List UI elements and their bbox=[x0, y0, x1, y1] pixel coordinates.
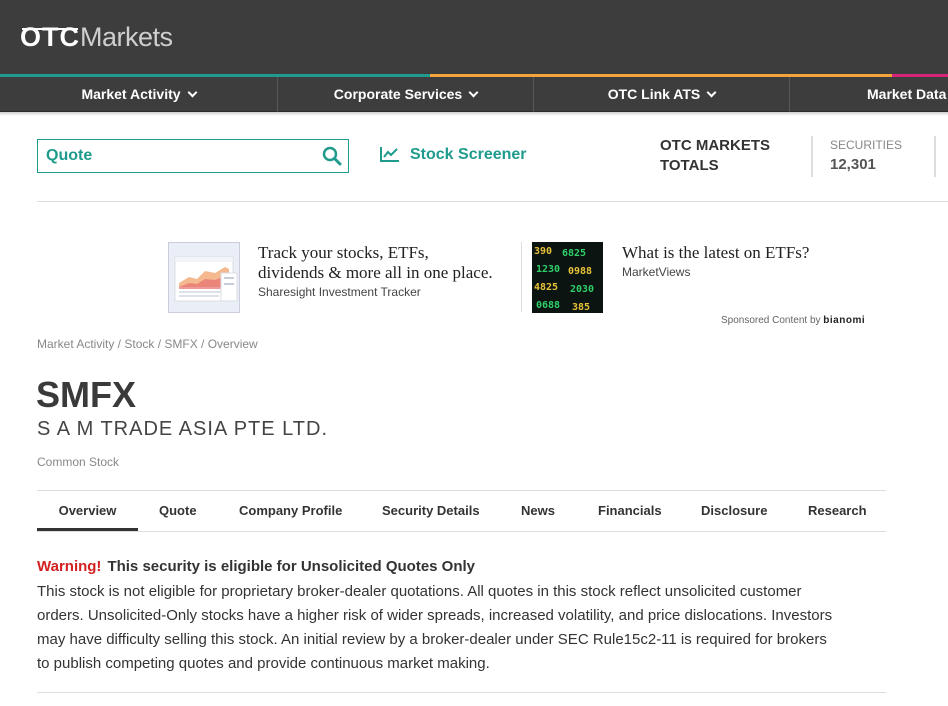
nav-label: Market Activity bbox=[81, 86, 181, 102]
tab-quote[interactable]: Quote bbox=[159, 491, 197, 531]
divider bbox=[521, 242, 522, 312]
svg-text:4825: 4825 bbox=[534, 282, 558, 293]
nav-shadow bbox=[0, 112, 948, 116]
nav-label: Market Data bbox=[867, 86, 947, 102]
totals-title-line2: TOTALS bbox=[660, 157, 719, 174]
warning-label: Warning! bbox=[37, 558, 102, 575]
svg-text:385: 385 bbox=[572, 302, 590, 313]
stock-screener-link[interactable]: Stock Screener bbox=[380, 146, 527, 164]
ad-sharesight-source: Sharesight Investment Tracker bbox=[258, 285, 421, 299]
nav-label: OTC Link ATS bbox=[607, 86, 701, 102]
nav-label: Corporate Services bbox=[333, 86, 463, 102]
otc-markets-totals: OTC MARKETS TOTALS bbox=[660, 136, 780, 176]
ad-sharesight-title[interactable]: Track your stocks, ETFs, dividends & mor… bbox=[258, 243, 493, 283]
divider bbox=[37, 692, 886, 693]
tab-security-details[interactable]: Security Details bbox=[382, 491, 480, 531]
totals-title-line1: OTC MARKETS bbox=[660, 137, 770, 154]
chevron-down-icon bbox=[187, 87, 197, 98]
stock-screener-label: Stock Screener bbox=[410, 146, 527, 163]
bianomi-logo: bianomi bbox=[823, 315, 866, 326]
sponsored-content[interactable]: Sponsored Content by bianomi bbox=[721, 315, 865, 326]
tab-company-profile[interactable]: Company Profile bbox=[239, 491, 342, 531]
top-header: OTCMarkets bbox=[0, 0, 948, 74]
quote-search-input[interactable] bbox=[38, 140, 308, 172]
tab-research[interactable]: Research bbox=[808, 491, 867, 531]
svg-text:390: 390 bbox=[534, 246, 552, 257]
nav-otc-link-ats[interactable]: OTC Link ATS bbox=[533, 77, 789, 112]
svg-text:0688: 0688 bbox=[536, 300, 560, 311]
ad-marketviews-image[interactable]: 390 6825 1230 0988 4825 2030 0688 385 bbox=[532, 242, 603, 313]
breadcrumb[interactable]: Market Activity / Stock / SMFX / Overvie… bbox=[37, 337, 258, 351]
nav-corporate-services[interactable]: Corporate Services bbox=[277, 77, 533, 112]
svg-text:6825: 6825 bbox=[562, 248, 586, 259]
tab-overview[interactable]: Overview bbox=[37, 491, 138, 531]
security-tabs: Overview Quote Company Profile Security … bbox=[37, 490, 886, 532]
main-nav: Market Activity Corporate Services OTC L… bbox=[0, 77, 948, 112]
divider bbox=[37, 201, 948, 202]
warning-body: This stock is not eligible for proprieta… bbox=[37, 583, 833, 672]
divider bbox=[934, 136, 936, 177]
logo-otc-text: OTC bbox=[20, 22, 80, 52]
ad-marketviews-title[interactable]: What is the latest on ETFs? bbox=[622, 243, 809, 263]
logo-markets-text: Markets bbox=[80, 22, 173, 52]
svg-text:2030: 2030 bbox=[570, 284, 594, 295]
warning-heading: Warning! This security is eligible for Un… bbox=[37, 558, 475, 575]
tab-news[interactable]: News bbox=[521, 491, 555, 531]
otc-markets-logo[interactable]: OTCMarkets bbox=[20, 22, 173, 53]
tab-disclosure[interactable]: Disclosure bbox=[701, 491, 767, 531]
quote-search-box bbox=[37, 139, 349, 173]
company-name: S A M TRADE ASIA PTE LTD. bbox=[37, 418, 329, 440]
divider bbox=[811, 136, 813, 177]
securities-value: 12,301 bbox=[830, 156, 876, 173]
ad-title-line: dividends & more all in one place. bbox=[258, 263, 493, 282]
chevron-down-icon bbox=[706, 87, 717, 98]
securities-label: SECURITIES bbox=[830, 138, 903, 152]
tab-financials[interactable]: Financials bbox=[598, 491, 662, 531]
chevron-down-icon bbox=[468, 87, 479, 98]
ad-sharesight-image[interactable] bbox=[168, 242, 240, 313]
nav-market-activity[interactable]: Market Activity bbox=[0, 77, 277, 112]
security-type: Common Stock bbox=[37, 455, 120, 469]
sponsored-text: Sponsored Content by bbox=[721, 315, 821, 326]
warning-title: This security is eligible for Unsolicite… bbox=[107, 558, 476, 575]
svg-text:1230: 1230 bbox=[536, 264, 560, 275]
svg-text:0988: 0988 bbox=[568, 266, 592, 277]
ad-marketviews-source: MarketViews bbox=[622, 265, 691, 279]
ticker-symbol: SMFX bbox=[36, 374, 137, 415]
chart-line-icon bbox=[380, 147, 399, 162]
ad-title-line: Track your stocks, ETFs, bbox=[258, 243, 429, 262]
nav-market-data[interactable]: Market Data bbox=[789, 77, 948, 112]
search-icon[interactable] bbox=[322, 146, 342, 166]
